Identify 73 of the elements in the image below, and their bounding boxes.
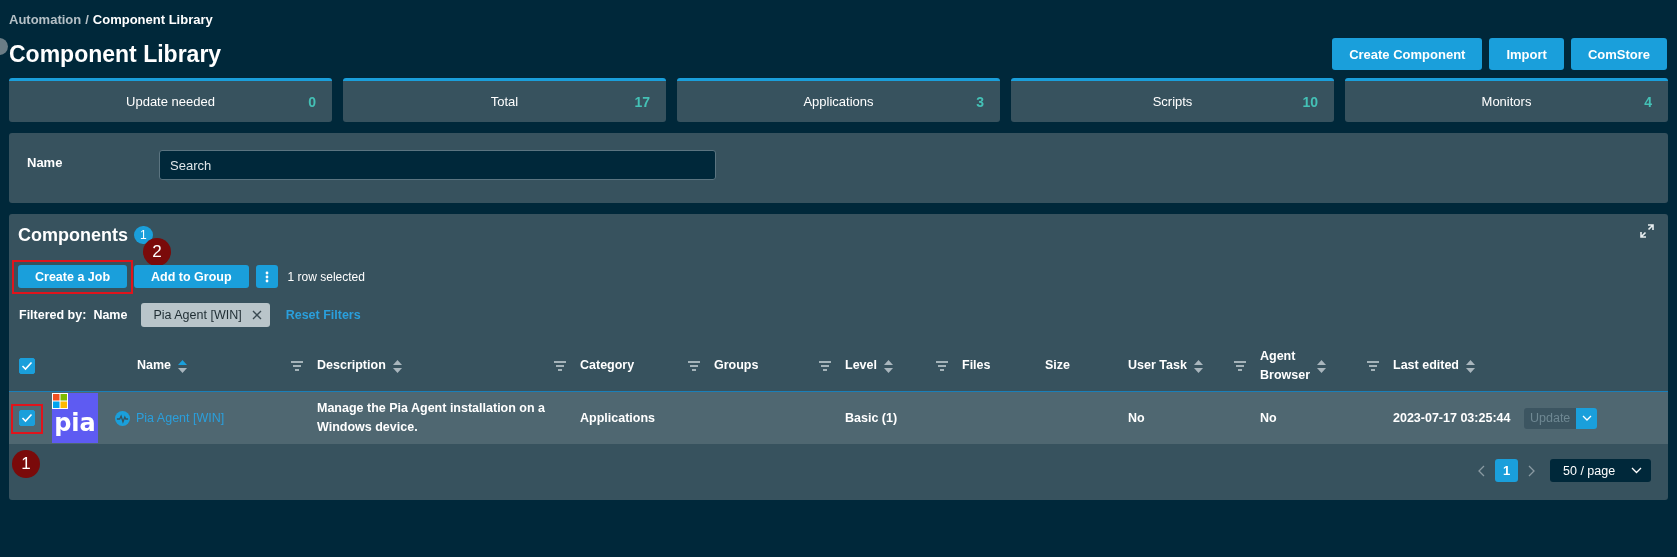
sort-icon[interactable] — [883, 359, 893, 373]
sort-icon[interactable] — [392, 359, 402, 373]
column-header[interactable]: Last edited — [1393, 356, 1459, 376]
logo-text: pia — [54, 411, 96, 439]
stat-value: 4 — [1644, 93, 1652, 110]
step-badge: 1 — [12, 450, 40, 478]
column-header[interactable]: Groups — [714, 356, 759, 376]
column-header[interactable]: Size — [1045, 356, 1070, 376]
next-page-icon[interactable] — [1528, 464, 1536, 477]
dropdown-button[interactable] — [1576, 407, 1598, 429]
column-header[interactable]: Agent Browser — [1260, 346, 1310, 386]
column-header[interactable]: Name — [137, 356, 172, 376]
table-cell: No — [1128, 411, 1145, 425]
tag-label: Pia Agent [WIN] — [153, 307, 242, 322]
breadcrumb-separator: / — [85, 11, 89, 27]
stat-card[interactable]: Update needed 0 — [9, 78, 332, 122]
filter-label: Filtered by: — [19, 307, 87, 322]
stat-label: Total — [490, 94, 519, 109]
checkbox[interactable] — [19, 358, 35, 374]
stat-value: 17 — [634, 93, 650, 110]
column-header[interactable]: User Task — [1128, 356, 1187, 376]
selection-count: 1 row selected — [287, 269, 365, 284]
filter-icon[interactable] — [688, 361, 700, 371]
breadcrumb-item[interactable]: Automation — [9, 11, 82, 27]
stat-label: Monitors — [1481, 94, 1532, 109]
table-cell: No — [1260, 411, 1277, 425]
four-squares-icon — [52, 393, 68, 409]
sort-icon[interactable] — [1193, 359, 1203, 373]
sort-icon[interactable] — [178, 359, 188, 373]
breadcrumb-item: Component Library — [92, 11, 213, 27]
more-icon — [264, 270, 269, 283]
sort-icon[interactable] — [1317, 359, 1326, 373]
panel-title: Components — [18, 224, 128, 246]
stat-label: Update needed — [126, 94, 215, 109]
stat-value: 3 — [976, 93, 984, 110]
filter-icon[interactable] — [554, 361, 566, 371]
column-header[interactable]: Category — [580, 356, 635, 376]
filter-icon[interactable] — [936, 361, 948, 371]
filter-icon[interactable] — [291, 361, 303, 371]
stat-label: Applications — [803, 94, 874, 109]
column-header[interactable]: Description — [317, 356, 386, 376]
stat-card[interactable]: Applications 3 — [677, 78, 1000, 122]
field-label: Name — [27, 154, 64, 170]
chevron-down-icon — [1631, 467, 1642, 474]
close-icon[interactable] — [251, 309, 262, 320]
filter-icon[interactable] — [819, 361, 831, 371]
stat-card[interactable]: Monitors 4 — [1345, 78, 1668, 122]
pulse-icon — [115, 410, 130, 426]
column-header[interactable]: Level — [845, 356, 877, 376]
stat-card[interactable]: Scripts 10 — [1011, 78, 1334, 122]
table-cell: Basic (1) — [845, 411, 898, 425]
count-badge: 1 — [134, 226, 153, 244]
more-button[interactable] — [255, 265, 278, 288]
checkbox[interactable] — [19, 410, 35, 426]
sort-icon[interactable] — [1466, 359, 1475, 373]
stat-value: 10 — [1302, 93, 1318, 110]
filter-field: Name — [93, 307, 128, 322]
filter-icon[interactable] — [1367, 361, 1379, 371]
stat-card[interactable]: Total 17 — [343, 78, 666, 122]
table-cell: 2023-07-17 03:25:44 — [1393, 411, 1511, 425]
prev-page-icon[interactable] — [1477, 464, 1485, 477]
column-header[interactable]: Files — [962, 356, 991, 376]
stat-label: Scripts — [1152, 94, 1193, 109]
page-title: Component Library — [9, 40, 222, 68]
step-badge: 2 — [143, 238, 172, 266]
stat-value: 0 — [308, 93, 316, 110]
expand-icon[interactable] — [1640, 224, 1654, 238]
page-size-select[interactable]: 50 / page — [1550, 459, 1651, 482]
filter-icon[interactable] — [1234, 361, 1246, 371]
search-field[interactable]: Search — [159, 150, 716, 180]
chevron-down-icon — [1581, 415, 1592, 421]
table-cell-text: Manage the Pia Agent installation on a Windows device. — [317, 399, 547, 436]
table-cell: Applications — [580, 411, 655, 425]
